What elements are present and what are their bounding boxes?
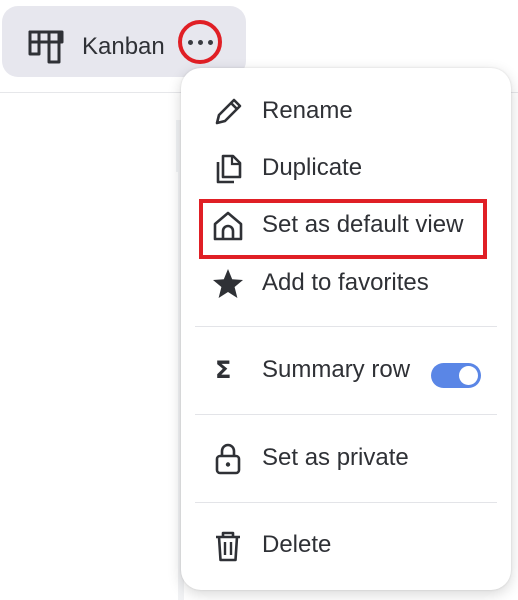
menu-item-delete[interactable]: Delete xyxy=(181,517,511,573)
summary-row-toggle[interactable] xyxy=(431,363,481,388)
menu-item-label: Rename xyxy=(262,97,353,124)
copy-icon xyxy=(216,154,242,184)
kanban-icon xyxy=(28,30,64,64)
menu-item-label: Duplicate xyxy=(262,154,363,181)
menu-divider xyxy=(195,414,497,415)
menu-item-label: Delete xyxy=(262,531,332,558)
menu-divider xyxy=(195,326,497,327)
pencil-icon xyxy=(215,98,242,125)
lock-icon xyxy=(215,443,241,475)
menu-item-label: Summary row xyxy=(262,356,411,383)
view-tab-kanban[interactable]: Kanban xyxy=(2,6,246,77)
menu-item-duplicate[interactable]: Duplicate xyxy=(181,140,511,196)
menu-item-label: Add to favorites xyxy=(262,269,429,296)
sigma-icon: Σ xyxy=(215,356,232,384)
view-tab-label: Kanban xyxy=(82,33,165,60)
trash-icon xyxy=(216,531,240,562)
more-horizontal-icon xyxy=(187,39,193,45)
toggle-knob xyxy=(459,366,478,385)
menu-item-label: Set as private xyxy=(262,444,409,471)
menu-item-summary-row[interactable]: Σ Summary row xyxy=(181,342,511,398)
star-icon xyxy=(213,269,243,298)
menu-item-set-private[interactable]: Set as private xyxy=(181,430,511,486)
menu-item-rename[interactable]: Rename xyxy=(181,83,511,139)
more-options-button[interactable] xyxy=(178,20,222,64)
highlight-box xyxy=(199,199,487,259)
menu-divider xyxy=(195,502,497,503)
board-column xyxy=(0,172,178,600)
menu-item-add-favorites[interactable]: Add to favorites xyxy=(181,255,511,311)
view-options-menu: Rename Duplicate Set as default view Add… xyxy=(181,68,511,590)
